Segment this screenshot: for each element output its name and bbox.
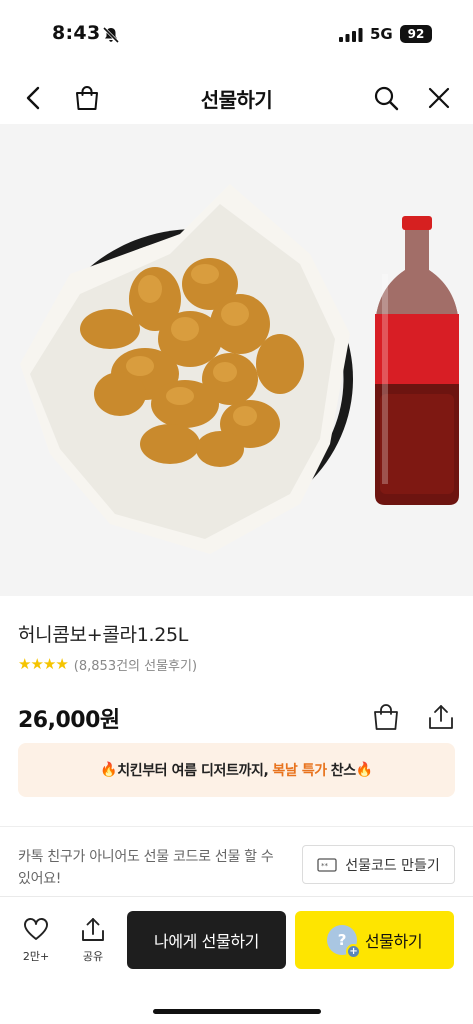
product-image — [0, 124, 473, 596]
friend-avatar-icon: ? + — [326, 925, 361, 959]
review-count: (8,853건의 선물후기) — [73, 658, 198, 674]
shopping-bag-icon[interactable] — [371, 702, 401, 732]
ticket-icon: ** — [317, 857, 337, 872]
svg-text:**: ** — [321, 862, 329, 870]
gift-to-me-button[interactable]: 나에게 선물하기 — [127, 911, 286, 969]
divider — [0, 826, 473, 827]
product-price: 26,000원 — [18, 708, 120, 733]
create-gift-code-label: 선물코드 만들기 — [345, 857, 440, 874]
home-indicator[interactable] — [153, 1009, 321, 1014]
like-button[interactable]: 2만+ — [16, 917, 56, 964]
signal-icon — [339, 28, 363, 42]
promo-banner[interactable]: 🔥 치킨부터 여름 디저트까지, 복날 특가 찬스 🔥 — [18, 743, 455, 797]
page-title: 선물하기 — [200, 88, 273, 112]
close-icon[interactable] — [425, 84, 453, 112]
top-nav: 선물하기 — [0, 72, 473, 124]
heart-icon — [24, 918, 48, 940]
product-name: 허니콤보+콜라1.25L — [18, 624, 189, 646]
promo-text-before: 치킨부터 여름 디저트까지, — [117, 763, 269, 779]
bottom-action-bar: 2만+ 공유 나에게 선물하기 ? + 선물하기 — [0, 896, 473, 1024]
bell-slash-icon — [102, 26, 120, 44]
status-time: 8:43 — [52, 22, 101, 44]
share-icon[interactable] — [426, 702, 456, 732]
gift-label: 선물하기 — [364, 932, 423, 951]
status-bar: 8:43 5G 92 — [0, 0, 473, 66]
share-button[interactable]: 공유 — [73, 917, 113, 964]
avatar-question-glyph: ? — [337, 931, 347, 949]
share-label: 공유 — [82, 950, 104, 963]
flame-icon: 🔥 — [100, 762, 118, 778]
add-friend-icon: + — [345, 944, 361, 959]
gift-code-description: 카톡 친구가 아니어도 선물 코드로 선물 할 수 있어요! — [18, 849, 274, 887]
share-icon — [82, 918, 104, 941]
battery-indicator: 92 — [400, 25, 432, 43]
network-label: 5G — [370, 25, 393, 43]
search-icon[interactable] — [372, 84, 400, 112]
product-image-illustration — [0, 124, 473, 596]
flame-icon: 🔥 — [355, 762, 373, 778]
create-gift-code-button[interactable]: ** 선물코드 만들기 — [302, 845, 455, 884]
promo-text-after: 찬스 — [330, 763, 356, 779]
gift-to-me-label: 나에게 선물하기 — [154, 932, 259, 951]
promo-highlight: 복날 특가 — [272, 763, 327, 779]
like-count: 2만+ — [22, 950, 50, 963]
gift-button[interactable]: ? + 선물하기 — [295, 911, 454, 969]
rating-row[interactable]: ★★★★ (8,853건의 선물후기) — [18, 654, 197, 674]
star-rating: ★★★★ — [18, 655, 69, 673]
